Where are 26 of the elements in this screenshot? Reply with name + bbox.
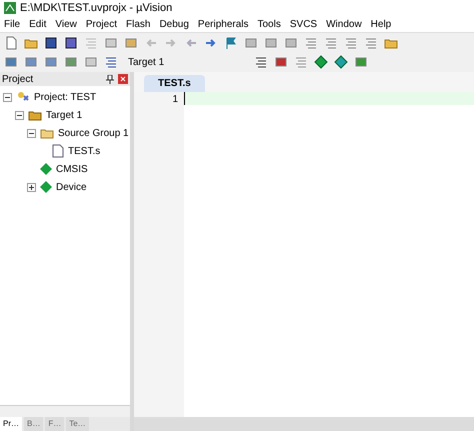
menu-item[interactable]: Project (86, 16, 117, 32)
window-title: E:\MDK\TEST.uvprojx - µVision (20, 0, 172, 16)
line-number: 1 (172, 93, 178, 105)
menu-item[interactable]: SVCS (290, 16, 318, 32)
tree-item[interactable]: CMSIS (56, 162, 88, 176)
panel-title: Project (2, 72, 34, 86)
menu-item[interactable]: Window (326, 16, 362, 32)
menu-item[interactable]: Debug (159, 16, 189, 32)
tree-item[interactable]: Device (56, 180, 87, 194)
panel-tab[interactable]: Pr… (0, 417, 22, 431)
panel-tab[interactable]: F… (45, 417, 64, 431)
editor-tab[interactable]: TEST.s (144, 75, 205, 92)
tree-item[interactable]: Source Group 1 (58, 126, 129, 140)
menu-item[interactable]: Edit (29, 16, 46, 32)
menu-item[interactable]: Help (370, 16, 392, 32)
panel-tab[interactable]: Te… (66, 417, 89, 431)
menu-item[interactable]: Peripherals (198, 16, 248, 32)
tree-item[interactable]: Project: TEST (34, 90, 96, 104)
menu-item[interactable]: View (55, 16, 77, 32)
menu-item[interactable]: Flash (126, 16, 150, 32)
tree-item[interactable]: TEST.s (68, 144, 100, 158)
menu-item[interactable]: Tools (258, 16, 281, 32)
menu-item[interactable]: File (4, 16, 20, 32)
target-dropdown[interactable]: Target 1 (128, 54, 248, 70)
tree-item[interactable]: Target 1 (46, 108, 82, 122)
panel-tab[interactable]: B… (24, 417, 44, 431)
